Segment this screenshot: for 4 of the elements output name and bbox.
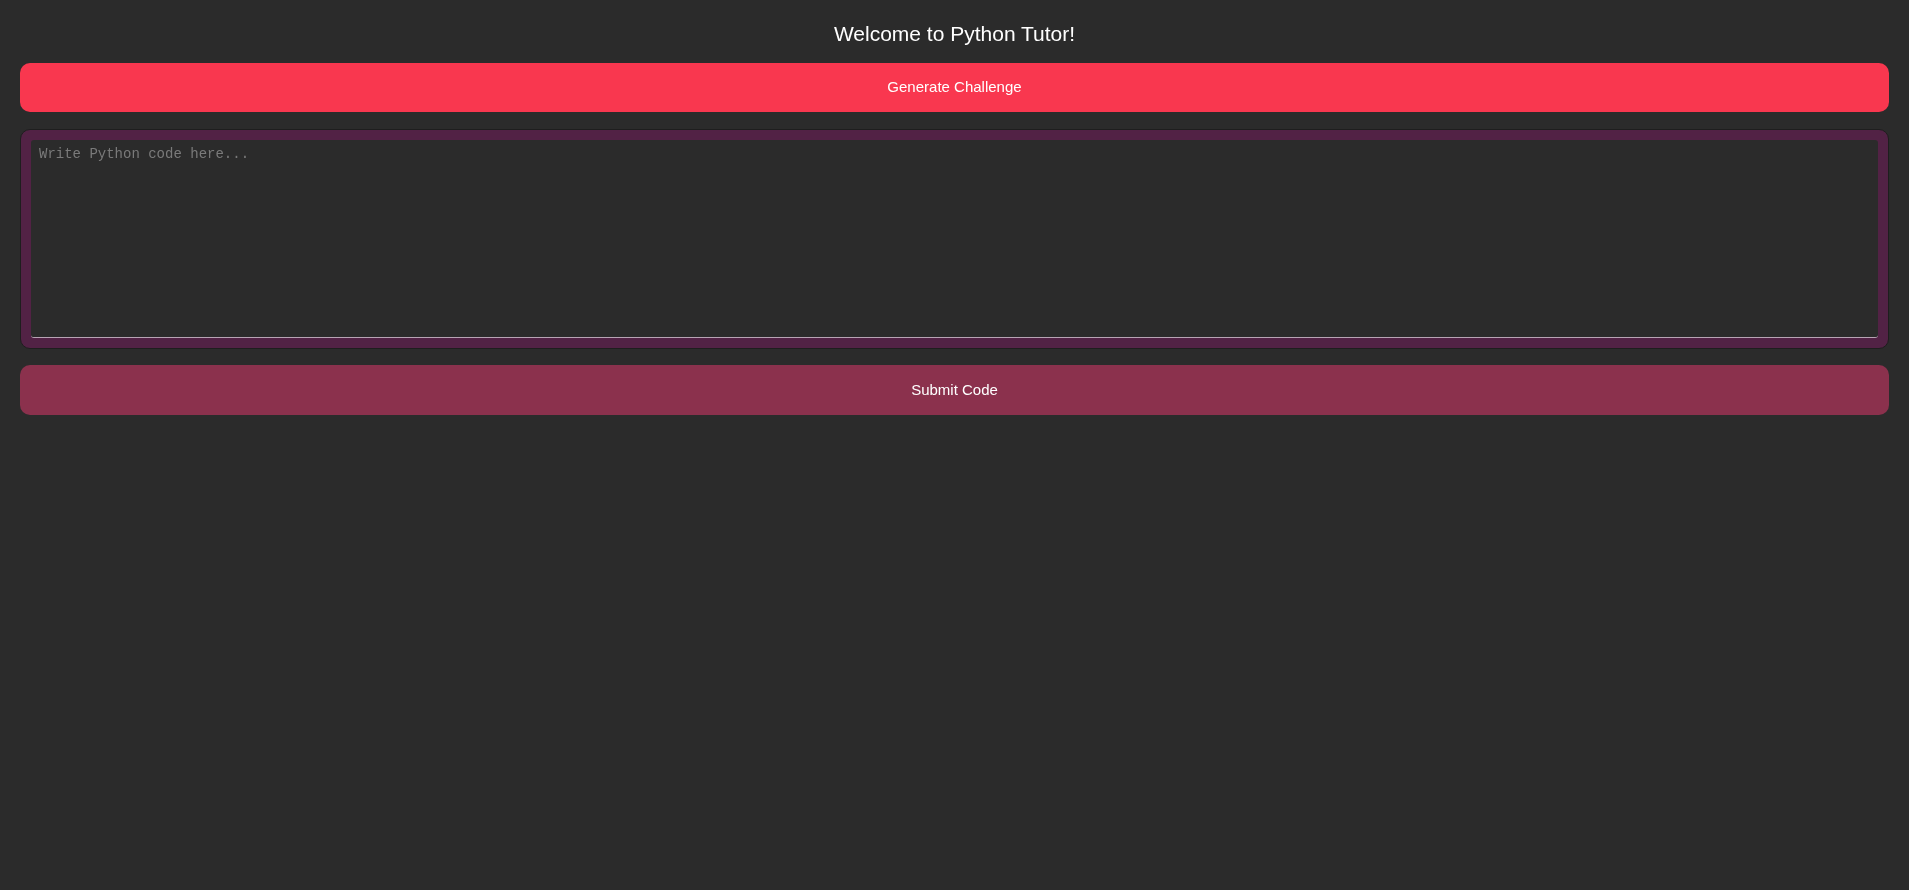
code-editor[interactable]: Write Python code here...	[31, 140, 1878, 338]
page-title: Welcome to Python Tutor!	[833, 21, 1076, 47]
generate-challenge-button[interactable]: Generate Challenge	[20, 63, 1889, 112]
submit-code-button[interactable]: Submit Code	[20, 365, 1889, 415]
